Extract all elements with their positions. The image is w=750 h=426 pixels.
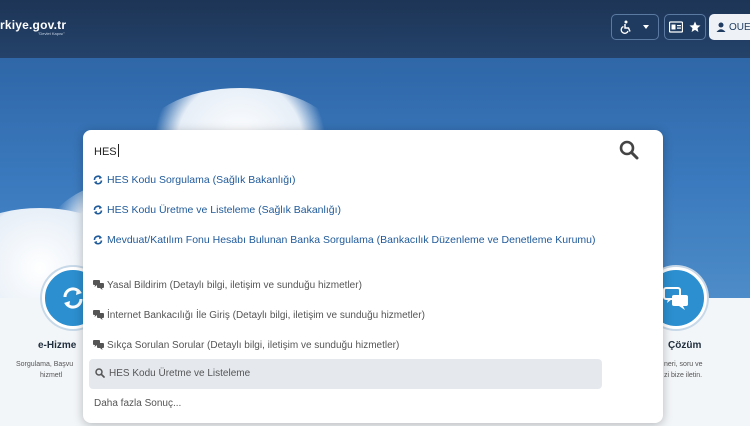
suggestion-label: Yasal Bildirim (Detaylı bilgi, iletişim … [107, 280, 362, 291]
solution-title[interactable]: Çözüm [668, 340, 701, 351]
suggestion-label: HES Kodu Üretme ve Listeleme (Sağlık Bak… [107, 204, 342, 216]
suggestion-item[interactable]: Sıkça Sorulan Sorular (Detaylı bilgi, il… [93, 338, 399, 355]
suggestion-label: HES Kodu Sorgulama (Sağlık Bakanlığı) [107, 174, 296, 186]
search-query: HES [94, 146, 117, 158]
refresh-icon [93, 175, 107, 190]
suggestion-label: Mevduat/Katılım Fonu Hesabı Bulunan Bank… [107, 234, 596, 246]
recent-search-label: HES Kodu Üretme ve Listeleme [109, 368, 251, 379]
user-icon [716, 22, 726, 32]
id-card-icon [669, 21, 683, 33]
suggestion-label: İnternet Bankacılığı İle Giriş (Detaylı … [107, 310, 425, 321]
site-logo[interactable]: rkiye.gov.tr [0, 18, 66, 32]
chat-icon [93, 340, 107, 355]
accessibility-button[interactable] [611, 14, 659, 40]
recent-search-item[interactable]: HES Kodu Üretme ve Listeleme [89, 359, 602, 389]
e-services-desc-2: hizmetl [40, 372, 63, 379]
e-services-title[interactable]: e-Hizme [38, 340, 76, 351]
suggestion-item[interactable]: HES Kodu Üretme ve Listeleme (Sağlık Bak… [93, 203, 341, 220]
user-menu-button[interactable]: OUE [709, 14, 750, 40]
chat-bubbles-icon [663, 287, 688, 310]
user-name: OUE [729, 21, 750, 33]
e-services-desc-1: Sorgulama, Başvu [16, 361, 74, 368]
caret-down-icon [643, 25, 649, 29]
top-header: rkiye.gov.tr "Devlet Kapısı" OUE [0, 0, 750, 58]
solution-desc-1: neri, soru ve [664, 361, 703, 368]
solution-desc-2: zi bize iletin. [664, 372, 703, 379]
logo-subtitle: "Devlet Kapısı" [38, 31, 65, 36]
search-panel: HES HES Kodu Sorgulama (Sağlık Bakanlığı… [83, 130, 663, 423]
search-input[interactable]: HES [94, 144, 119, 158]
recent-search-row: HES Kodu Üretme ve Listeleme [95, 366, 250, 383]
chat-icon [93, 280, 107, 295]
text-caret [117, 144, 119, 157]
star-icon [689, 21, 701, 32]
wheelchair-icon [620, 20, 631, 34]
suggestion-item[interactable]: Yasal Bildirim (Detaylı bilgi, iletişim … [93, 278, 362, 295]
refresh-icon [93, 205, 107, 220]
search-button[interactable] [619, 140, 639, 165]
suggestion-label: Sıkça Sorulan Sorular (Detaylı bilgi, il… [107, 340, 400, 351]
search-icon [619, 140, 639, 160]
id-card-button[interactable] [664, 14, 706, 40]
chat-icon [93, 310, 107, 325]
suggestion-item[interactable]: Mevduat/Katılım Fonu Hesabı Bulunan Bank… [93, 233, 613, 250]
search-icon [95, 368, 109, 383]
more-results-link[interactable]: Daha fazla Sonuç... [94, 398, 181, 409]
suggestion-item[interactable]: HES Kodu Sorgulama (Sağlık Bakanlığı) [93, 173, 296, 190]
suggestion-item[interactable]: İnternet Bankacılığı İle Giriş (Detaylı … [93, 308, 425, 325]
